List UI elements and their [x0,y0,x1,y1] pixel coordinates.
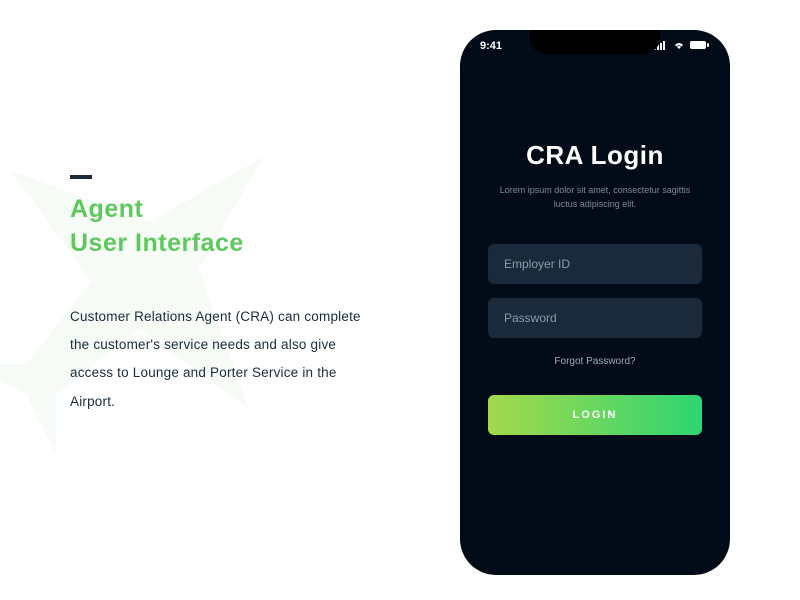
heading-line-2: User Interface [70,229,244,257]
section-heading: Agent User Interface [70,193,370,261]
status-time: 9:41 [480,40,502,53]
login-title: CRA Login [488,140,702,171]
forgot-password-link[interactable]: Forgot Password? [488,356,702,367]
phone-mockup: 9:41 CRA Login Lorem ipsum dolor sit ame… [460,30,730,575]
status-indicators [654,40,710,53]
section-description: Customer Relations Agent (CRA) can compl… [70,303,370,416]
battery-icon [690,40,710,53]
login-subtitle: Lorem ipsum dolor sit amet, consectetur … [488,183,702,212]
accent-bar [70,175,92,179]
login-screen: CRA Login Lorem ipsum dolor sit amet, co… [460,30,730,435]
heading-line-1: Agent [70,195,143,223]
phone-notch [530,30,660,54]
password-field[interactable] [488,298,702,338]
employer-id-field[interactable] [488,244,702,284]
wifi-icon [672,40,686,53]
left-content: Agent User Interface Customer Relations … [70,175,370,416]
login-button[interactable]: LOGIN [488,395,702,435]
